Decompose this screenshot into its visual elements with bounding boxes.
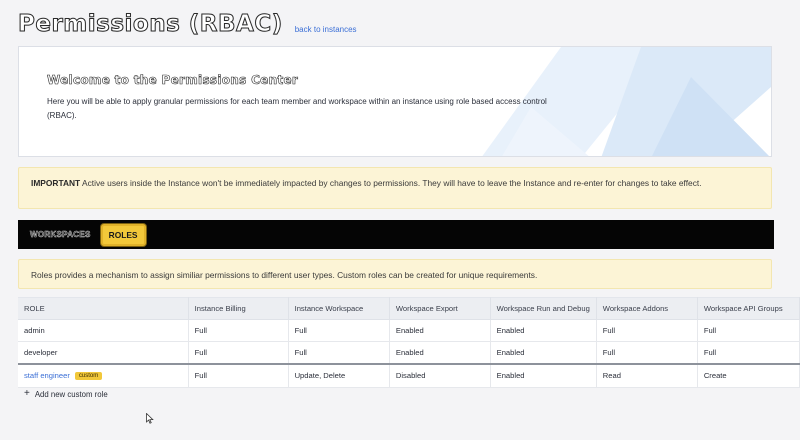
tab-workspaces[interactable]: WORKSPACES	[30, 230, 91, 240]
table-row[interactable]: admin Full Full Enabled Enabled Full Ful…	[18, 319, 800, 342]
table-cell: Disabled	[389, 362, 491, 388]
welcome-title: Welcome to the Permissions Center	[47, 73, 299, 88]
mouse-cursor-icon	[146, 413, 154, 424]
column-header-workspace-api-groups: Workspace API Groups	[697, 297, 800, 320]
page-header: Permissions (RBAC) back to instances	[18, 8, 357, 38]
table-cell: Full	[288, 341, 390, 364]
table-header-row: ROLE Instance Billing Instance Workspace…	[18, 297, 800, 320]
important-text: Active users inside the Instance won't b…	[80, 178, 702, 188]
table-cell: Create	[697, 362, 800, 388]
role-name: developer	[18, 341, 189, 364]
role-name: admin	[18, 319, 189, 342]
roles-notice-text: Roles provides a mechanism to assign sim…	[31, 270, 538, 280]
table-cell: Full	[596, 319, 698, 342]
column-header-instance-billing: Instance Billing	[188, 297, 289, 320]
column-header-role: ROLE	[18, 297, 189, 320]
table-row[interactable]: developer Full Full Enabled Enabled Full…	[18, 341, 800, 364]
tab-bar: WORKSPACES ROLES	[18, 220, 774, 249]
welcome-text: Here you will be able to apply granular …	[47, 97, 547, 120]
table-cell: Update, Delete	[288, 362, 390, 388]
custom-role-badge: custom	[74, 372, 103, 381]
column-header-workspace-addons: Workspace Addons	[596, 297, 698, 320]
column-header-workspace-export: Workspace Export	[389, 297, 491, 320]
table-row[interactable]: staff engineer custom Full Update, Delete…	[18, 362, 800, 388]
important-label: IMPORTANT	[31, 178, 81, 188]
roles-notice: Roles provides a mechanism to assign sim…	[18, 259, 772, 289]
table-cell: Full	[697, 341, 800, 364]
table-cell: Enabled	[389, 341, 491, 364]
table-cell: Enabled	[490, 362, 597, 388]
tab-roles[interactable]: ROLES	[100, 223, 146, 246]
back-to-instances-link[interactable]: back to instances	[295, 25, 357, 34]
plus-icon: +	[24, 388, 30, 399]
column-header-instance-workspace: Instance Workspace	[288, 297, 390, 320]
table-cell: Enabled	[389, 319, 491, 342]
roles-table: ROLE Instance Billing Instance Workspace…	[18, 297, 800, 388]
table-cell: Full	[188, 362, 289, 388]
welcome-card: Welcome to the Permissions Center Here y…	[18, 46, 772, 157]
page-title: Permissions (RBAC)	[18, 11, 283, 38]
important-notice: IMPORTANT Active users inside the Instan…	[18, 167, 772, 209]
table-cell: Full	[288, 319, 390, 342]
role-cell: staff engineer custom	[18, 362, 189, 388]
add-custom-role-button[interactable]: + Add new custom role	[24, 389, 108, 399]
table-cell: Enabled	[490, 341, 597, 364]
table-cell: Full	[188, 319, 289, 342]
table-cell: Full	[596, 341, 698, 364]
table-cell: Read	[596, 362, 698, 388]
add-custom-role-label: Add new custom role	[34, 389, 108, 399]
table-cell: Full	[188, 341, 289, 364]
column-header-workspace-run-debug: Workspace Run and Debug	[490, 297, 597, 320]
role-link-staff-engineer[interactable]: staff engineer	[24, 371, 70, 380]
table-cell: Full	[697, 319, 800, 342]
table-cell: Enabled	[490, 319, 597, 342]
